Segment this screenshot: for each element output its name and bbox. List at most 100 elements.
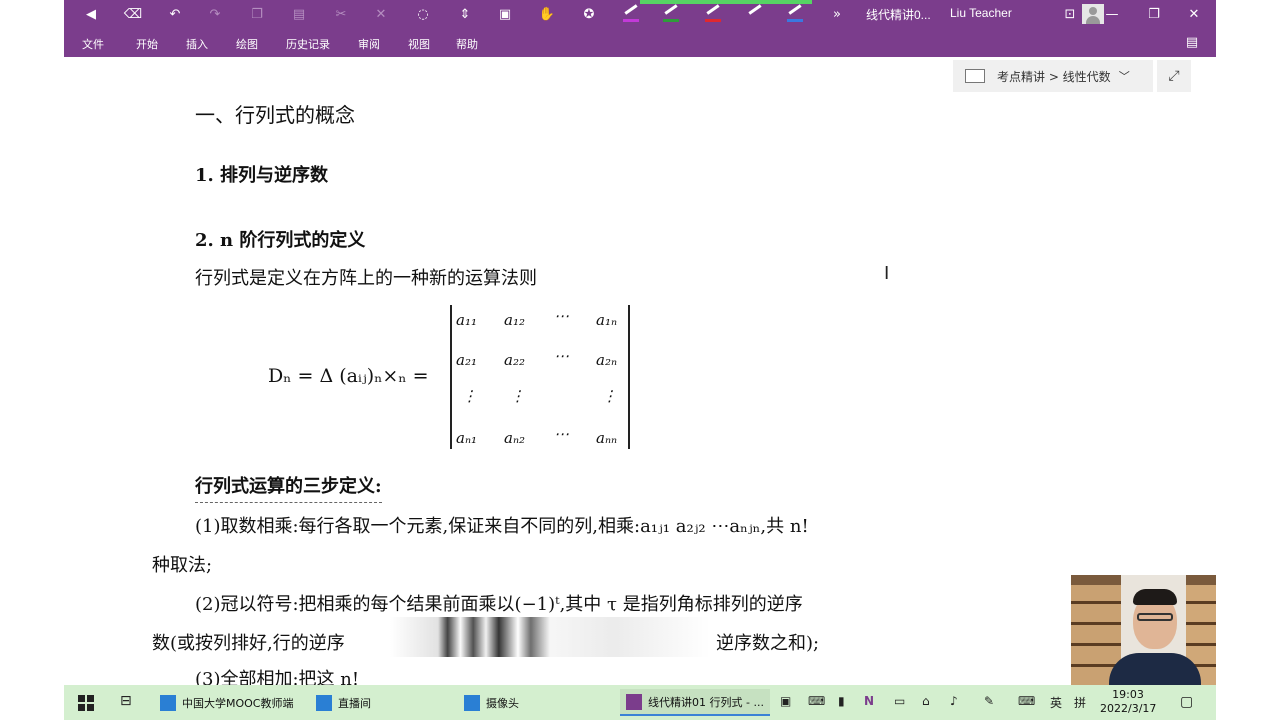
ime-mode[interactable]: 拼 <box>1074 694 1086 711</box>
copy-icon[interactable]: ❐ <box>246 4 268 24</box>
tab-home[interactable]: 开始 <box>136 36 158 52</box>
step2-line2a: 数(或按列排好,行的逆序 <box>152 633 345 654</box>
windows-start-icon[interactable] <box>78 695 94 711</box>
chevron-down-icon[interactable]: ﹀ <box>1119 68 1130 84</box>
taskbar: ⊟ 中国大学MOOC教师端 直播间 摄像头 线代精讲01 行列式 - ... ▣… <box>64 685 1216 720</box>
title-bar: ◀ ⌫ ↶ ↷ ❐ ▤ ✂ ✕ ◌ ⇕ ▣ ✋ ✪ » 线代精讲0... Liu… <box>64 0 1216 28</box>
step1-line2: 种取法; <box>152 555 213 576</box>
page-icon <box>965 69 985 83</box>
step1-line1: (1)取数相乘:每行各取一个元素,保证来自不同的列,相乘:a₁ⱼ₁ a₂ⱼ₂ ⋯… <box>195 516 809 537</box>
taskbar-item-onenote[interactable]: 线代精讲01 行列式 - ... <box>620 689 770 716</box>
left-margin <box>0 0 64 685</box>
matrix-cell: a₁ₙ <box>596 311 618 329</box>
glitch-overlay <box>390 617 710 657</box>
close-icon[interactable]: ✕ <box>1182 4 1206 24</box>
window-title: 线代精讲0... <box>866 8 931 22</box>
expand-icon[interactable]: ⤢ <box>1157 60 1191 92</box>
add-image-icon[interactable]: ▣ <box>494 4 516 24</box>
tray-monitor-icon[interactable]: ⌨ <box>808 694 825 708</box>
pen-red-icon[interactable] <box>704 4 722 22</box>
matrix-cell: aₙ₁ <box>456 429 478 447</box>
keyboard-icon[interactable]: ⌨ <box>1018 694 1035 708</box>
determinant-matrix: a₁₁ a₁₂ ⋯ a₁ₙ a₂₁ a₂₂ ⋯ a₂ₙ ⋮ ⋮ ⋮ aₙ₁ aₙ… <box>450 305 630 449</box>
tab-view[interactable]: 视图 <box>408 36 430 52</box>
taskbar-label: 摄像头 <box>486 696 519 710</box>
text-cursor-icon: I <box>884 263 890 284</box>
taskbar-item-camera[interactable]: 摄像头 <box>464 689 604 716</box>
paste-icon[interactable]: ▤ <box>288 4 310 24</box>
app-icon <box>316 694 332 711</box>
clock-time: 19:03 <box>1112 688 1144 701</box>
redo-icon[interactable]: ↷ <box>204 4 226 24</box>
section-permutation: 1. 排列与逆序数 <box>195 165 329 186</box>
matrix-cell: ⋮ <box>510 387 525 405</box>
highlighter-blue-icon[interactable] <box>786 4 804 22</box>
matrix-cell: a₁₂ <box>504 311 525 329</box>
tray-onenote-icon[interactable]: N <box>864 694 874 708</box>
pen-purple-icon[interactable] <box>622 4 640 22</box>
step2-line2b: 逆序数之和); <box>716 633 820 654</box>
step3-line1: (3)全部相加:把这 n! <box>195 669 360 685</box>
taskbar-item-mooc[interactable]: 中国大学MOOC教师端 <box>160 689 310 716</box>
pen-tray-icon[interactable]: ✎ <box>984 694 994 708</box>
minimize-icon[interactable]: — <box>1100 4 1124 24</box>
color-wheel-icon[interactable]: ✪ <box>578 4 600 24</box>
matrix-cell: ⋯ <box>554 307 569 325</box>
matrix-cell: a₂ₙ <box>596 351 618 369</box>
note-page[interactable]: 一、行列式的概念 1. 排列与逆序数 2. n 阶行列式的定义 行列式是定义在方… <box>64 57 1216 685</box>
page-heading: 一、行列式的概念 <box>195 103 355 127</box>
matrix-cell: ⋯ <box>554 347 569 365</box>
ime-language[interactable]: 英 <box>1050 694 1062 711</box>
taskbar-label: 中国大学MOOC教师端 <box>182 696 294 710</box>
network-icon[interactable]: ⌂ <box>922 694 930 708</box>
tab-history[interactable]: 历史记录 <box>286 36 330 52</box>
matrix-cell: ⋮ <box>602 387 617 405</box>
delete-icon[interactable]: ✕ <box>370 4 392 24</box>
notebook-pane-icon[interactable]: ▤ <box>1180 32 1204 52</box>
more-icon[interactable]: » <box>826 4 848 24</box>
matrix-cell: a₁₁ <box>456 311 477 329</box>
lasso-icon[interactable]: ◌ <box>412 4 434 24</box>
user-name[interactable]: Liu Teacher <box>950 6 1012 20</box>
matrix-cell: ⋯ <box>554 425 569 443</box>
task-view-icon[interactable]: ⊟ <box>120 693 132 709</box>
matrix-cell: ⋮ <box>462 387 477 405</box>
sync-progress-strip <box>640 0 812 4</box>
tab-insert[interactable]: 插入 <box>186 36 208 52</box>
notification-icon[interactable]: ▢ <box>1180 694 1193 710</box>
right-margin <box>1216 0 1280 685</box>
webcam-overlay <box>1071 575 1216 685</box>
insert-space-icon[interactable]: ⇕ <box>454 4 476 24</box>
clock[interactable]: 19:03 2022/3/17 <box>1100 688 1156 716</box>
type-icon[interactable]: ✋ <box>536 4 558 24</box>
taskbar-item-live[interactable]: 直播间 <box>316 689 456 716</box>
pen-green-icon[interactable] <box>662 4 680 22</box>
restore-icon[interactable]: ❐ <box>1142 4 1166 24</box>
cut-icon[interactable]: ✂ <box>330 4 352 24</box>
formula-lhs: Dₙ = Δ (aᵢⱼ)ₙ×ₙ = <box>268 365 429 387</box>
matrix-cell: a₂₁ <box>456 351 477 369</box>
app-icon <box>464 694 480 711</box>
eraser-icon[interactable]: ⌫ <box>122 4 144 24</box>
step2-line1: (2)冠以符号:把相乘的每个结果前面乘以(−1)ᵗ,其中 τ 是指列角标排列的逆… <box>195 594 803 615</box>
microphone-icon[interactable]: ▮ <box>838 694 845 708</box>
tray-app-icon[interactable]: ▣ <box>780 694 791 708</box>
tab-file[interactable]: 文件 <box>82 36 104 52</box>
fullscreen-icon[interactable]: ⊡ <box>1058 4 1082 24</box>
three-steps-title: 行列式运算的三步定义: <box>195 472 382 503</box>
back-icon[interactable]: ◀ <box>80 4 102 24</box>
ribbon-tabs: 文件 开始 插入 绘图 历史记录 审阅 视图 帮助 ▤ <box>64 28 1216 57</box>
volume-icon[interactable]: ♪ <box>950 694 958 708</box>
clock-date: 2022/3/17 <box>1100 702 1157 715</box>
taskbar-label: 直播间 <box>338 696 371 710</box>
undo-icon[interactable]: ↶ <box>164 4 186 24</box>
onenote-icon <box>626 693 642 710</box>
breadcrumb[interactable]: 考点精讲 > 线性代数 ﹀ <box>953 60 1153 92</box>
tab-draw[interactable]: 绘图 <box>236 36 258 52</box>
taskbar-label: 线代精讲01 行列式 - ... <box>648 695 764 709</box>
tab-help[interactable]: 帮助 <box>456 36 478 52</box>
battery-icon[interactable]: ▭ <box>894 694 905 708</box>
tab-review[interactable]: 审阅 <box>358 36 380 52</box>
pen-white-icon[interactable] <box>746 4 764 22</box>
section-definition: 2. n 阶行列式的定义 <box>195 230 366 251</box>
